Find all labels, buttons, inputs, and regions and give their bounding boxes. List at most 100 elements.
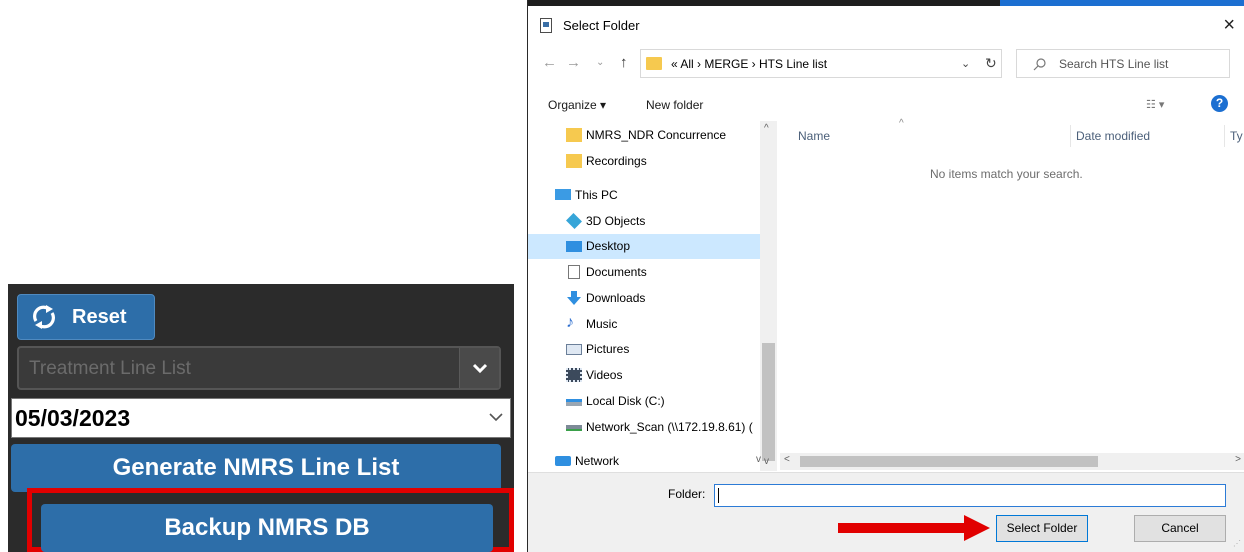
nav-item-label: Videos xyxy=(586,368,623,382)
column-divider[interactable] xyxy=(1070,125,1071,147)
nav-item-music[interactable]: ♪ Music xyxy=(528,312,760,337)
cancel-button[interactable]: Cancel xyxy=(1134,515,1226,542)
column-divider[interactable] xyxy=(1224,125,1225,147)
breadcrumb[interactable]: « All › MERGE › HTS Line list xyxy=(671,57,827,71)
scroll-left-icon[interactable]: < xyxy=(784,454,790,465)
scroll-down-icon[interactable]: v xyxy=(756,454,761,465)
scroll-right-icon[interactable]: > xyxy=(1235,454,1241,465)
nav-item-label: 3D Objects xyxy=(586,214,646,228)
backup-db-button[interactable]: Backup NMRS DB xyxy=(41,504,493,552)
search-placeholder: Search HTS Line list xyxy=(1059,57,1169,71)
folder-icon xyxy=(646,57,662,70)
help-icon[interactable]: ? xyxy=(1211,95,1228,112)
drive-icon xyxy=(566,399,582,406)
date-value: 05/03/2023 xyxy=(15,405,131,431)
document-icon xyxy=(568,265,580,279)
nav-item-recordings[interactable]: Recordings xyxy=(528,149,760,174)
scrollbar-thumb[interactable] xyxy=(800,456,1098,467)
navigation-row: ← → ⌄ ↑ « All › MERGE › HTS Line list ⌄ … xyxy=(528,44,1244,84)
folder-icon xyxy=(566,128,582,142)
scrollbar-thumb[interactable] xyxy=(762,343,775,461)
nav-item-this-pc[interactable]: This PC xyxy=(528,183,760,208)
nav-item-pictures[interactable]: Pictures xyxy=(528,337,760,362)
computer-icon xyxy=(555,189,571,200)
new-folder-button[interactable]: New folder xyxy=(646,98,703,112)
nav-item-label: Pictures xyxy=(586,342,630,356)
nav-item-label: Network_Scan (\\172.19.8.61) ( xyxy=(586,420,753,434)
network-icon xyxy=(555,456,571,466)
refresh-icon[interactable]: ↻ xyxy=(985,55,997,72)
refresh-icon xyxy=(33,305,55,329)
nav-item-label: Network xyxy=(575,454,620,468)
music-icon: ♪ xyxy=(566,314,574,331)
close-button[interactable]: × xyxy=(1223,14,1235,37)
scroll-down-icon[interactable]: v xyxy=(764,456,769,467)
generate-line-list-button[interactable]: Generate NMRS Line List xyxy=(11,444,501,492)
nav-item-label: Desktop xyxy=(586,239,631,253)
text-caret xyxy=(718,488,719,503)
chevron-down-icon xyxy=(472,363,488,374)
navigation-pane: NMRS_NDR Concurrence Recordings This PC … xyxy=(528,121,760,471)
file-list: Name ^ Date modified Ty No items match y… xyxy=(780,118,1244,451)
backup-highlight-box: Backup NMRS DB xyxy=(27,488,514,552)
column-date-modified[interactable]: Date modified xyxy=(1076,129,1150,143)
title-bar: Select Folder × xyxy=(528,6,1244,44)
nav-item-network-scan[interactable]: Network_Scan (\\172.19.8.61) ( xyxy=(528,415,760,440)
select-folder-button[interactable]: Select Folder xyxy=(996,515,1088,542)
desktop-icon xyxy=(566,241,582,252)
search-box[interactable]: Search HTS Line list xyxy=(1016,49,1230,78)
download-icon xyxy=(567,291,581,305)
recent-locations-icon[interactable]: ⌄ xyxy=(596,57,604,68)
address-bar[interactable]: « All › MERGE › HTS Line list ⌄ ↻ xyxy=(640,49,1002,78)
column-type[interactable]: Ty xyxy=(1230,129,1243,143)
nav-item-label: This PC xyxy=(575,188,618,202)
dialog-title: Select Folder xyxy=(563,18,640,33)
folder-input[interactable] xyxy=(714,484,1226,507)
nav-item-label: NMRS_NDR Concurrence xyxy=(586,128,727,142)
file-list-scrollbar[interactable]: v < > xyxy=(756,453,1244,470)
nav-item-3d-objects[interactable]: 3D Objects xyxy=(528,209,760,234)
dialog-footer: Folder: Select Folder Cancel ⋰ xyxy=(528,472,1244,552)
pictures-icon xyxy=(566,344,582,355)
nav-item-videos[interactable]: Videos xyxy=(528,363,760,388)
network-drive-icon xyxy=(566,425,582,431)
organize-menu[interactable]: Organize ▾ xyxy=(548,98,606,112)
back-arrow-icon[interactable]: ← xyxy=(542,54,557,71)
date-picker[interactable]: 05/03/2023 xyxy=(11,398,511,438)
search-icon xyxy=(1033,58,1046,71)
chevron-down-icon[interactable]: ⌄ xyxy=(961,57,970,70)
nav-item-label: Local Disk (C:) xyxy=(586,394,665,408)
nav-pane-scrollbar[interactable]: ^ v xyxy=(760,121,777,471)
folder-icon xyxy=(566,154,582,168)
cube-icon xyxy=(566,213,582,229)
dialog-window-icon xyxy=(540,18,552,33)
nav-item-downloads[interactable]: Downloads xyxy=(528,286,760,311)
sort-ascending-icon: ^ xyxy=(899,118,904,129)
scroll-up-icon[interactable]: ^ xyxy=(764,123,769,134)
red-arrow-icon xyxy=(838,515,990,541)
reset-label: Reset xyxy=(72,305,127,328)
nav-item-network[interactable]: Network xyxy=(528,449,760,471)
empty-message: No items match your search. xyxy=(930,167,1083,181)
video-icon xyxy=(566,368,582,382)
nav-item-label: Music xyxy=(586,317,618,331)
treatment-select-placeholder: Treatment Line List xyxy=(29,358,191,379)
nav-item-desktop[interactable]: Desktop xyxy=(528,234,760,259)
chevron-down-icon[interactable] xyxy=(488,411,504,423)
select-folder-dialog: Select Folder × ← → ⌄ ↑ « All › MERGE › … xyxy=(527,0,1244,552)
nav-item-local-disk[interactable]: Local Disk (C:) xyxy=(528,389,760,414)
column-name[interactable]: Name xyxy=(798,129,830,143)
select-dropdown-button[interactable] xyxy=(459,348,499,388)
nav-item-documents[interactable]: Documents xyxy=(528,260,760,285)
nav-item-nmrs-ndr-concurrence[interactable]: NMRS_NDR Concurrence xyxy=(528,123,760,148)
resize-grip-icon[interactable]: ⋰ xyxy=(1233,539,1241,548)
view-options-icon[interactable]: ☷ ▾ xyxy=(1146,98,1164,111)
command-bar: Organize ▾ New folder ☷ ▾ ? xyxy=(528,90,1244,120)
nav-item-label: Documents xyxy=(586,265,647,279)
treatment-line-list-select[interactable]: Treatment Line List xyxy=(17,346,501,390)
reset-button[interactable]: Reset xyxy=(17,294,155,340)
nav-item-label: Recordings xyxy=(586,154,647,168)
nav-item-label: Downloads xyxy=(586,291,646,305)
forward-arrow-icon[interactable]: → xyxy=(566,54,581,71)
up-arrow-icon[interactable]: ↑ xyxy=(620,54,628,71)
